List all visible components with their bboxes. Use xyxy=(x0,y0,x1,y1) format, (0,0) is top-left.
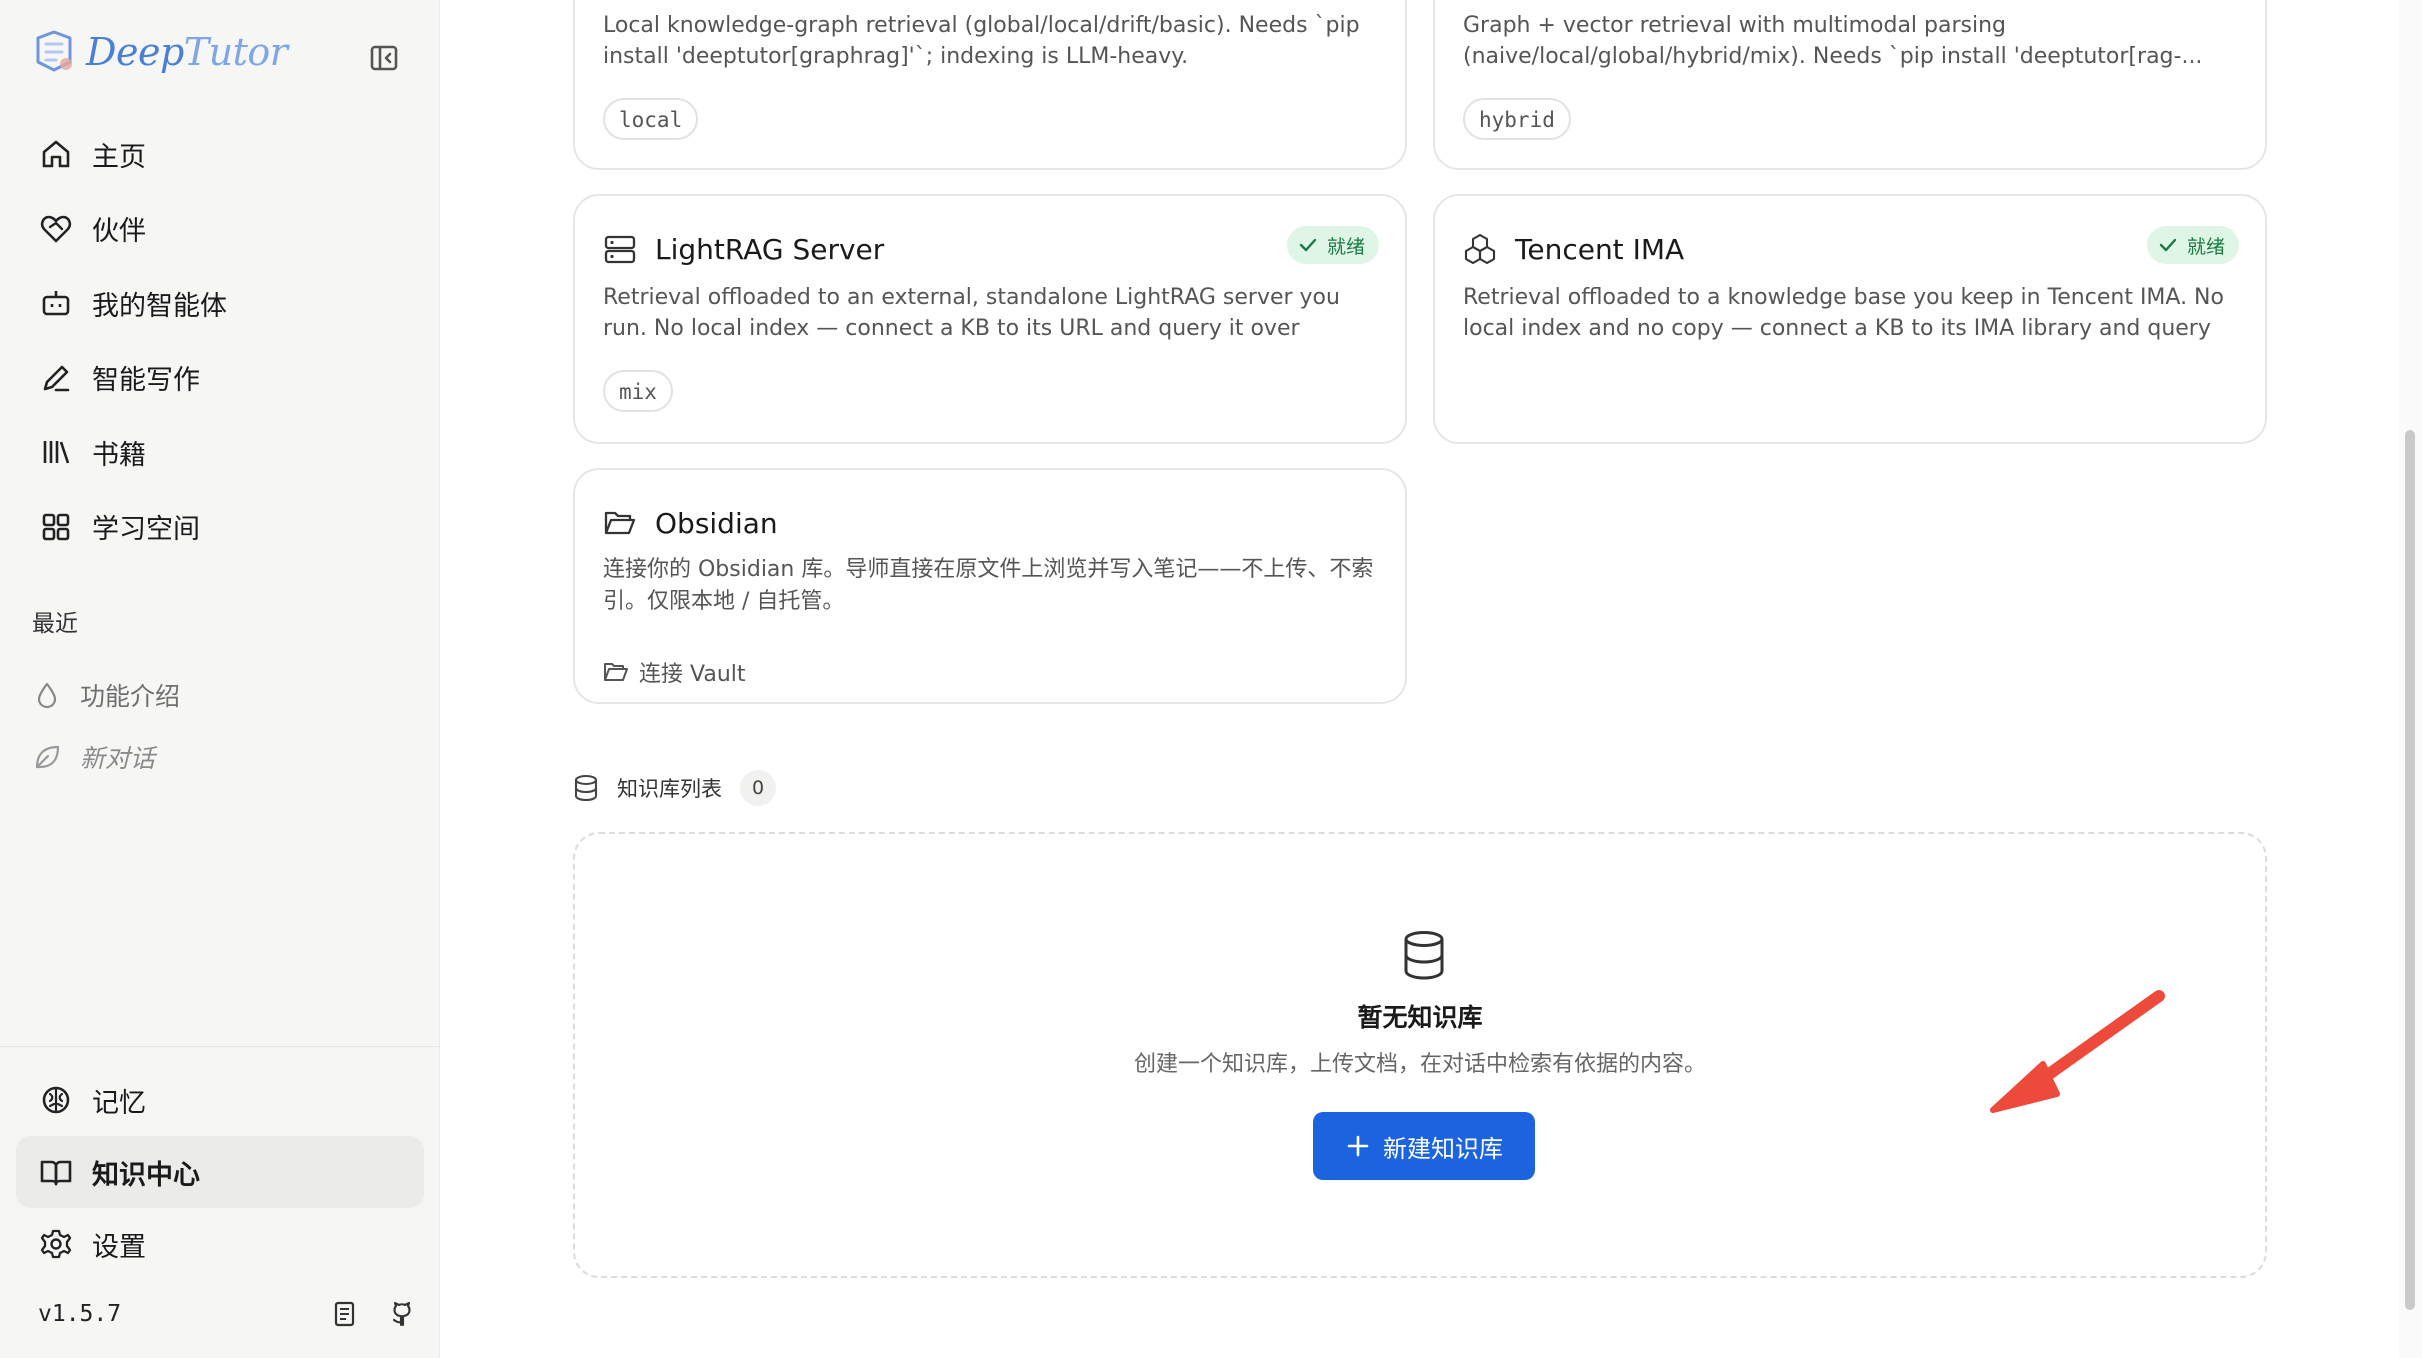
sidebar-item-label: 主页 xyxy=(92,141,146,173)
droplet-icon xyxy=(37,682,57,709)
bottom-nav: 记忆 知识中心 设置 xyxy=(16,1064,424,1280)
recent-item-label: 功能介绍 xyxy=(80,682,181,711)
provider-description: Local knowledge-graph retrieval (global/… xyxy=(603,13,1360,69)
sidebar-item-settings[interactable]: 设置 xyxy=(16,1208,424,1280)
provider-description: Retrieval offloaded to an external, stan… xyxy=(603,285,1340,341)
folder-open-icon xyxy=(604,511,636,535)
folder-open-icon xyxy=(604,663,628,681)
pen-icon xyxy=(43,365,70,391)
sidebar-item-label: 学习空间 xyxy=(92,514,200,545)
sidebar-item-label: 知识中心 xyxy=(92,1159,200,1191)
recent-heading: 最近 xyxy=(32,611,78,637)
sidebar-item-label: 书籍 xyxy=(92,439,146,471)
kb-list-header: 知识库列表 0 xyxy=(571,770,776,806)
plus-icon xyxy=(1347,1135,1369,1157)
logo-icon xyxy=(36,30,72,72)
provider-title: LightRAG Server xyxy=(603,232,884,266)
create-kb-button[interactable]: 新建知识库 xyxy=(1313,1112,1535,1180)
kb-count-badge: 0 xyxy=(740,770,776,806)
provider-description: Retrieval offloaded to a knowledge base … xyxy=(1463,285,2224,341)
provider-card-lightrag-server[interactable]: LightRAG Server 就绪 Retrieval offloaded t… xyxy=(573,194,1407,444)
scrollbar-thumb[interactable] xyxy=(2405,430,2415,1310)
gear-icon xyxy=(40,1229,72,1259)
empty-state-title: 暂无知识库 xyxy=(1357,1003,1483,1032)
provider-description: Graph + vector retrieval with multimodal… xyxy=(1463,13,2203,69)
book-open-icon xyxy=(40,1160,72,1186)
recent-item[interactable]: 新对话 xyxy=(32,726,412,788)
home-icon xyxy=(42,140,70,168)
sidebar: DeepTutor 主页 伙伴 我的智能体 智能写作 书籍 学习空间 最近 功能… xyxy=(0,0,440,1358)
library-icon xyxy=(43,441,70,464)
sidebar-item-partner[interactable]: 伙伴 xyxy=(16,193,424,265)
provider-name: LightRAG Server xyxy=(655,232,885,266)
status-badge: 就绪 xyxy=(2146,226,2239,264)
sidebar-item-label: 我的智能体 xyxy=(92,290,227,322)
sidebar-item-label: 智能写作 xyxy=(92,365,200,396)
database-icon xyxy=(574,774,598,802)
empty-state-description: 创建一个知识库，上传文档，在对话中检索有依据的内容。 xyxy=(1133,1052,1706,1077)
leaf-icon xyxy=(35,745,60,769)
sidebar-item-knowledge-center[interactable]: 知识中心 xyxy=(16,1136,424,1208)
sidebar-divider xyxy=(0,1046,440,1047)
github-icon[interactable] xyxy=(386,1298,418,1330)
kb-empty-state: 暂无知识库 创建一个知识库，上传文档，在对话中检索有依据的内容。 新建知识库 xyxy=(573,832,2267,1278)
mode-chip: local xyxy=(603,98,699,140)
main-nav: 主页 伙伴 我的智能体 智能写作 书籍 学习空间 xyxy=(16,118,424,565)
sidebar-item-memory[interactable]: 记忆 xyxy=(16,1064,424,1136)
grid-icon xyxy=(42,513,70,540)
database-icon xyxy=(1404,931,1444,980)
recent-list: 功能介绍 新对话 xyxy=(32,664,412,788)
recent-item[interactable]: 功能介绍 xyxy=(32,664,412,726)
mode-chip: hybrid xyxy=(1463,98,1571,140)
provider-card-graphrag[interactable]: Local knowledge-graph retrieval (global/… xyxy=(573,0,1407,170)
brain-icon xyxy=(42,1086,70,1114)
app-logo[interactable]: DeepTutor xyxy=(32,28,288,76)
sidebar-item-label: 设置 xyxy=(92,1231,146,1263)
provider-card-raganything[interactable]: Graph + vector retrieval with multimodal… xyxy=(1433,0,2267,170)
sidebar-item-books[interactable]: 书籍 xyxy=(16,416,424,488)
sidebar-collapse-icon[interactable] xyxy=(366,40,402,76)
connect-vault-label: 连接 Vault xyxy=(639,662,746,687)
provider-name: Tencent IMA xyxy=(1515,232,1685,266)
sidebar-footer: v1.5.7 xyxy=(38,1296,418,1332)
app-version: v1.5.7 xyxy=(38,1301,122,1327)
sidebar-item-label: 记忆 xyxy=(92,1087,146,1119)
check-icon xyxy=(1299,238,1317,252)
provider-title: Tencent IMA xyxy=(1463,232,1684,266)
provider-card-obsidian[interactable]: Obsidian 连接你的 Obsidian 库。导师直接在原文件上浏览并写入笔… xyxy=(573,468,1407,704)
mode-chip: mix xyxy=(603,370,673,412)
sidebar-item-home[interactable]: 主页 xyxy=(16,118,424,190)
knowledge-center-main: Local knowledge-graph retrieval (global/… xyxy=(441,0,2399,1358)
docs-icon[interactable] xyxy=(328,1298,360,1330)
provider-title: Obsidian xyxy=(603,506,778,540)
provider-card-tencent-ima[interactable]: Tencent IMA 就绪 Retrieval offloaded to a … xyxy=(1433,194,2267,444)
create-kb-label: 新建知识库 xyxy=(1383,1134,1503,1163)
server-icon xyxy=(604,235,636,264)
kb-list-title: 知识库列表 xyxy=(617,777,722,801)
sidebar-item-label: 伙伴 xyxy=(92,216,146,247)
sidebar-item-my-agents[interactable]: 我的智能体 xyxy=(16,267,424,339)
bot-icon xyxy=(42,291,70,316)
sidebar-item-learning-space[interactable]: 学习空间 xyxy=(16,491,424,563)
handshake-heart-icon xyxy=(40,215,72,242)
connect-vault-button[interactable]: 连接 Vault xyxy=(603,656,746,688)
brand-name: DeepTutor xyxy=(86,30,288,74)
provider-description: 连接你的 Obsidian 库。导师直接在原文件上浏览并写入笔记——不上传、不索… xyxy=(603,557,1374,614)
recent-item-label: 新对话 xyxy=(80,744,156,773)
status-badge: 就绪 xyxy=(1286,226,1379,264)
provider-name: Obsidian xyxy=(655,506,778,540)
status-text: 就绪 xyxy=(1326,235,1365,258)
sidebar-item-writing[interactable]: 智能写作 xyxy=(16,342,424,414)
boxes-icon xyxy=(1464,233,1496,265)
status-text: 就绪 xyxy=(2186,235,2225,258)
app-window: DeepTutor 主页 伙伴 我的智能体 智能写作 书籍 学习空间 最近 功能… xyxy=(0,0,2422,1358)
check-icon xyxy=(2159,238,2177,252)
